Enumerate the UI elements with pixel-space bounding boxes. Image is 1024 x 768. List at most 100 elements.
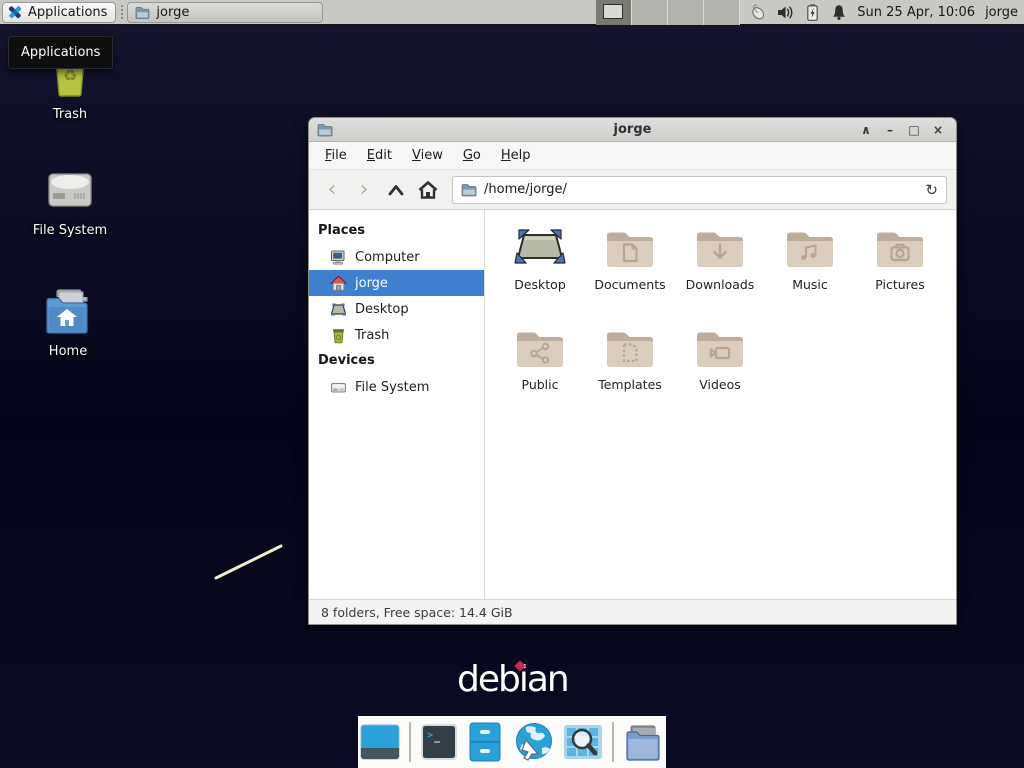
sidebar-header-devices: Devices: [309, 348, 484, 374]
folder-item-templates[interactable]: Templates: [585, 324, 675, 424]
volume-icon[interactable]: [776, 3, 795, 22]
folder-label: Videos: [699, 377, 741, 392]
address-bar[interactable]: /home/jorge/ ↻: [452, 176, 947, 204]
debian-logo-text: debian: [457, 658, 568, 702]
top-panel: Applications jorge: [0, 0, 1024, 25]
folder-item-public[interactable]: Public: [495, 324, 585, 424]
desktop-icon: [330, 301, 347, 318]
svg-text:>: >: [427, 730, 433, 741]
desktop-icon-label: Trash: [53, 107, 87, 122]
home-icon: [330, 275, 347, 292]
sidebar-item-label: jorge: [355, 276, 388, 291]
terminal-icon[interactable]: > _: [420, 723, 458, 761]
folder-templates-icon: [605, 326, 655, 370]
sidebar-header-places: Places: [309, 218, 484, 244]
menu-edit[interactable]: Edit: [357, 144, 402, 167]
workspace-switcher: [596, 0, 740, 25]
folder-documents-icon: [605, 226, 655, 270]
sidebar-item-jorge[interactable]: jorge: [309, 270, 484, 296]
panel-handle: [121, 5, 123, 19]
drawn-line: [210, 540, 290, 586]
folder-label: Pictures: [875, 277, 925, 292]
desktop-icon-label: Home: [49, 344, 87, 359]
desktop-icon-file-system[interactable]: File System: [18, 166, 122, 238]
reload-button[interactable]: ↻: [925, 181, 938, 199]
sidebar-item-trash[interactable]: Trash: [309, 322, 484, 348]
workspace-1[interactable]: [596, 0, 632, 25]
battery-charging-icon[interactable]: [804, 3, 821, 22]
folder-pictures-icon: [875, 226, 925, 270]
folder-item-documents[interactable]: Documents: [585, 224, 675, 324]
desktop-icon-label: File System: [33, 223, 107, 238]
folder-item-desktop[interactable]: Desktop: [495, 224, 585, 324]
hard-drive-icon: [330, 379, 347, 396]
address-folder-icon: [461, 183, 477, 197]
home-icon: [417, 180, 439, 200]
workspace-2[interactable]: [632, 0, 668, 25]
workspace-3[interactable]: [668, 0, 704, 25]
show-desktop-icon[interactable]: [360, 723, 400, 761]
desktop-special-icon: [514, 226, 566, 270]
file-manager-window: jorge ∧ – □ × File Edit View Go Help ‹ ›: [308, 117, 957, 625]
close-button[interactable]: ×: [928, 120, 948, 140]
applications-menu-label: Applications: [28, 5, 107, 20]
folder-item-videos[interactable]: Videos: [675, 324, 765, 424]
folder-public-icon: [515, 326, 565, 370]
folder-label: Desktop: [514, 277, 566, 292]
taskbar-window-label: jorge: [156, 5, 189, 20]
folder-downloads-icon: [695, 226, 745, 270]
up-button[interactable]: [382, 176, 410, 204]
shade-button[interactable]: ∧: [856, 120, 876, 140]
folder-item-pictures[interactable]: Pictures: [855, 224, 945, 324]
workspace-4[interactable]: [704, 0, 740, 25]
panel-username[interactable]: jorge: [985, 5, 1018, 20]
sidebar-item-desktop[interactable]: Desktop: [309, 296, 484, 322]
application-finder-icon[interactable]: [563, 722, 603, 762]
taskbar-window-button[interactable]: jorge: [127, 2, 323, 23]
file-cabinet-icon[interactable]: [467, 722, 503, 762]
menu-bar: File Edit View Go Help: [309, 142, 956, 170]
address-value: /home/jorge/: [484, 182, 567, 197]
file-manager-icon[interactable]: [623, 722, 665, 762]
desktop-icon-home[interactable]: Home: [16, 287, 120, 359]
home-button[interactable]: [414, 176, 442, 204]
hard-drive-icon: [45, 166, 95, 214]
folder-label: Music: [792, 277, 828, 292]
svg-text:_: _: [434, 732, 441, 743]
system-tray: [748, 3, 848, 22]
mouse-icon[interactable]: [748, 3, 767, 22]
sidebar-item-computer[interactable]: Computer: [309, 244, 484, 270]
file-view[interactable]: Desktop Documents: [485, 210, 956, 599]
home-folder-icon: [43, 287, 93, 335]
sidebar-item-label: File System: [355, 380, 429, 395]
computer-icon: [330, 249, 347, 266]
folder-label: Public: [522, 377, 559, 392]
folder-window-icon: [135, 6, 150, 19]
folder-item-music[interactable]: Music: [765, 224, 855, 324]
desktop: Applications jorge: [0, 0, 1024, 768]
sidebar: Places Computer: [309, 210, 485, 599]
panel-clock[interactable]: Sun 25 Apr, 10:06: [857, 5, 975, 20]
dock-separator: [409, 722, 411, 762]
minimize-button[interactable]: –: [880, 120, 900, 140]
forward-button[interactable]: ›: [350, 176, 378, 204]
menu-go[interactable]: Go: [453, 144, 491, 167]
toolbar: ‹ › /home/jorge/ ↻: [309, 170, 956, 210]
maximize-button[interactable]: □: [904, 120, 924, 140]
status-bar: 8 folders, Free space: 14.4 GiB: [309, 599, 956, 624]
trash-icon: [330, 327, 347, 344]
status-text: 8 folders, Free space: 14.4 GiB: [321, 605, 513, 620]
menu-file[interactable]: File: [315, 144, 357, 167]
applications-menu-button[interactable]: Applications: [2, 2, 116, 23]
web-browser-icon[interactable]: [512, 722, 554, 762]
menu-view[interactable]: View: [402, 144, 453, 167]
menu-help[interactable]: Help: [491, 144, 541, 167]
back-button[interactable]: ‹: [318, 176, 346, 204]
window-titlebar[interactable]: jorge ∧ – □ ×: [309, 118, 956, 142]
folder-label: Downloads: [686, 277, 755, 292]
sidebar-item-file-system[interactable]: File System: [309, 374, 484, 400]
notification-bell-icon[interactable]: [830, 3, 848, 22]
folder-label: Documents: [594, 277, 665, 292]
chevron-up-icon: [386, 182, 406, 198]
folder-item-downloads[interactable]: Downloads: [675, 224, 765, 324]
